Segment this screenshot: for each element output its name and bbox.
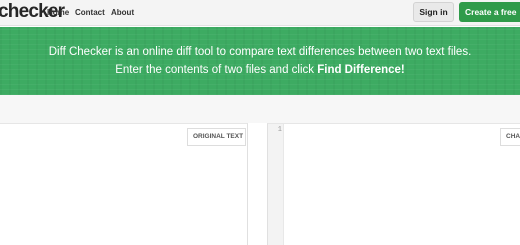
changed-text-editor[interactable]: 1 CHA [267,123,520,245]
hero-banner: Diff Checker is an online diff tool to c… [0,27,520,95]
nav-link-home[interactable]: Home [47,8,69,17]
changed-text-label: CHA [500,128,520,146]
nav-link-about[interactable]: About [111,8,134,17]
original-text-editor[interactable]: ORIGINAL TEXT [0,123,248,245]
sign-in-button[interactable]: Sign in [413,2,454,22]
line-number: 1 [277,126,282,134]
page: checker Home Contact About Sign in Creat… [0,0,520,245]
nav-link-contact[interactable]: Contact [75,8,105,17]
original-text-label: ORIGINAL TEXT [187,128,246,146]
hero-instruction-text: Enter the contents of two files and clic… [115,64,318,76]
separator-band [0,95,520,123]
hero-find-difference-text: Find Difference! [317,64,405,76]
line-number-gutter: 1 [268,124,284,245]
hero-instruction: Enter the contents of two files and clic… [0,64,520,76]
top-navigation-bar: checker Home Contact About Sign in Creat… [0,0,520,26]
create-account-button[interactable]: Create a free [459,2,520,22]
hero-description: Diff Checker is an online diff tool to c… [48,46,472,58]
